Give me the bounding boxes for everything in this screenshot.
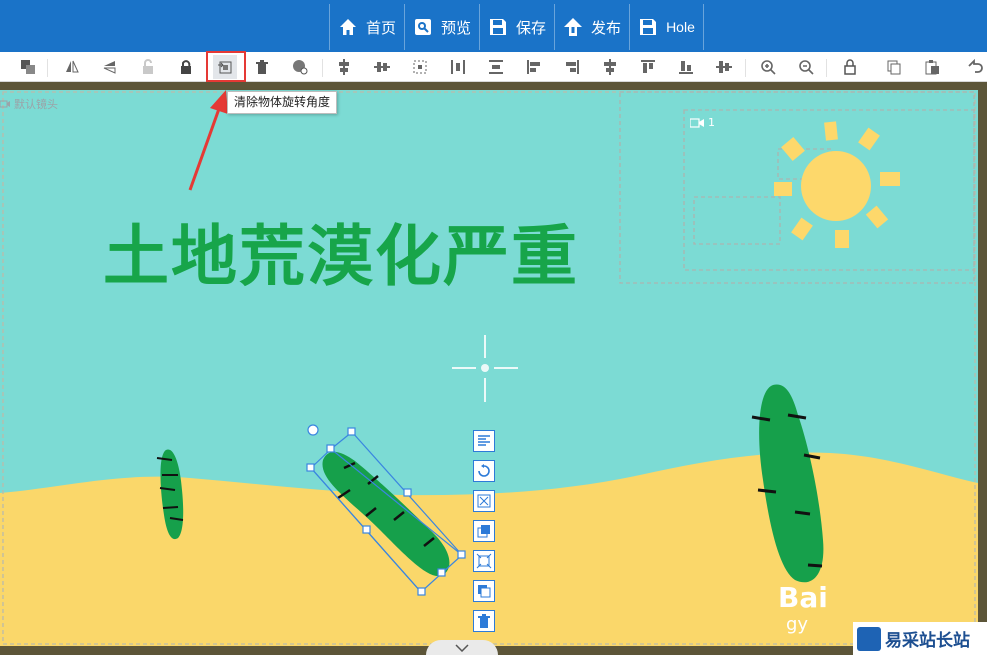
rotate-reset-button[interactable] [473, 460, 495, 482]
delete-object-button[interactable] [473, 610, 495, 632]
logo-mark-icon [857, 626, 881, 651]
top-menu: 首页 预览 保存 发布 Hole [329, 4, 704, 50]
trash-icon [256, 60, 268, 74]
align-right-tool[interactable] [560, 55, 584, 79]
sun-frame [619, 91, 975, 284]
top-menu-bar: 首页 预览 保存 发布 Hole [0, 0, 987, 52]
paste-tool[interactable] [920, 55, 944, 79]
align-top-tool[interactable] [636, 55, 660, 79]
align-center-h-tool[interactable] [332, 55, 356, 79]
distribute-v-icon [489, 60, 503, 74]
layer-down-button[interactable] [473, 580, 495, 602]
camera-icon [0, 100, 10, 108]
undo-icon [968, 59, 983, 73]
menu-publish[interactable]: 发布 [554, 4, 629, 50]
delete-icon [478, 614, 490, 628]
menu-preview[interactable]: 预览 [404, 4, 479, 50]
hole-save-icon [640, 19, 657, 35]
zoom-out-icon [799, 60, 814, 75]
shape-tool[interactable] [288, 55, 312, 79]
sun [774, 121, 900, 248]
resize-button[interactable] [473, 550, 495, 572]
lock-all-tool[interactable] [838, 55, 862, 79]
copy-icon [887, 60, 901, 75]
unlock-tool[interactable] [136, 55, 160, 79]
align-center-h-icon [339, 59, 349, 75]
site-logo: 易采站长站 [853, 622, 987, 655]
lock-tool[interactable] [174, 55, 198, 79]
align-center-v-tool[interactable] [370, 55, 394, 79]
object-toolbar [473, 430, 497, 640]
fit-button[interactable] [473, 490, 495, 512]
publish-icon [564, 18, 583, 36]
partial-watermark-sub: gy [786, 614, 808, 635]
preview-icon [415, 19, 432, 35]
zoom-out-tool[interactable] [794, 55, 818, 79]
menu-publish-label: 发布 [591, 18, 622, 37]
align-center-v-icon [374, 62, 390, 72]
zoom-in-tool[interactable] [756, 55, 780, 79]
resize-icon [476, 553, 492, 569]
save-icon [490, 19, 507, 35]
unlock-icon [143, 59, 153, 74]
layer-up-button[interactable] [473, 520, 495, 542]
padlock-icon [844, 59, 856, 75]
align-button[interactable] [473, 430, 495, 452]
chevron-down-icon [455, 643, 469, 652]
menu-preview-label: 预览 [441, 18, 472, 37]
menu-home-label: 首页 [366, 18, 397, 37]
flip-horizontal-tool[interactable] [60, 55, 84, 79]
tooltip: 清除物体旋转角度 [227, 91, 338, 114]
align-bottom-icon [679, 61, 693, 74]
paste-icon [925, 60, 939, 75]
center-tool[interactable] [408, 55, 432, 79]
flip-vertical-icon [103, 61, 116, 74]
align-vmid-tool[interactable] [712, 55, 736, 79]
delete-tool[interactable] [250, 55, 274, 79]
align-left-tool[interactable] [522, 55, 546, 79]
layer-up-icon [477, 525, 490, 538]
menu-hole[interactable]: Hole [629, 4, 704, 50]
collapse-timeline-button[interactable] [426, 640, 498, 655]
copy-tool[interactable] [882, 55, 906, 79]
center-crosshair [452, 335, 518, 402]
align-middle-tool[interactable] [598, 55, 622, 79]
menu-save-label: 保存 [516, 18, 547, 37]
default-camera-label[interactable]: 默认镜头 [0, 96, 58, 112]
center-icon [413, 60, 427, 74]
align-vmid-icon [716, 61, 732, 73]
editor-toolbar [0, 52, 987, 82]
align-bottom-tool[interactable] [674, 55, 698, 79]
flip-vertical-tool[interactable] [98, 55, 122, 79]
align-middle-icon [604, 59, 616, 75]
rotate-reset-icon [478, 464, 490, 477]
zoom-in-icon [761, 60, 776, 75]
headline-text[interactable]: 土地荒漠化严重 [103, 203, 579, 299]
menu-home[interactable]: 首页 [329, 4, 404, 50]
distribute-h-tool[interactable] [446, 55, 470, 79]
camera-1-label[interactable]: 1 [690, 116, 715, 129]
home-icon [340, 19, 356, 35]
menu-save[interactable]: 保存 [479, 4, 554, 50]
undo-tool[interactable] [963, 55, 987, 79]
camera-icon [690, 117, 704, 128]
lock-icon [181, 60, 191, 74]
distribute-v-tool[interactable] [484, 55, 508, 79]
group-tool[interactable] [16, 55, 40, 79]
align-left-icon [527, 60, 540, 74]
shape-settings-icon [293, 60, 308, 75]
layer-down-icon [478, 585, 491, 598]
distribute-h-icon [451, 60, 465, 74]
group-icon [21, 60, 35, 74]
fit-icon [477, 494, 491, 508]
highlight-box [206, 51, 246, 82]
align-top-icon [641, 60, 655, 73]
align-right-icon [566, 60, 579, 74]
flip-horizontal-icon [66, 60, 79, 73]
align-icon [478, 435, 490, 446]
partial-watermark: Bai [778, 581, 828, 614]
menu-hole-label: Hole [666, 19, 695, 35]
logo-text: 易采站长站 [885, 631, 970, 651]
